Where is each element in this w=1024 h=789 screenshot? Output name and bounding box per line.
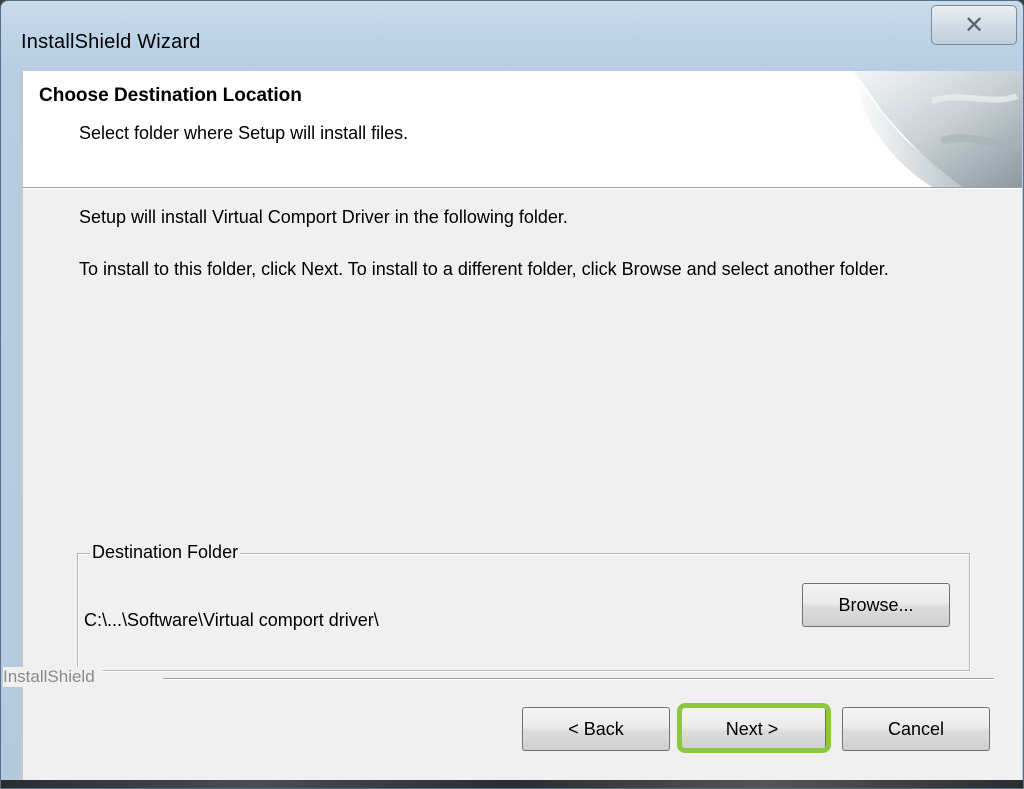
close-icon: ✕ — [963, 11, 985, 39]
page-title: Choose Destination Location — [39, 85, 302, 106]
divider-line — [163, 678, 994, 680]
installshield-brand-label: InstallShield — [3, 667, 103, 687]
cancel-button[interactable]: Cancel — [842, 707, 990, 751]
title-bar[interactable]: InstallShield Wizard ✕ — [1, 1, 1023, 71]
installshield-window: InstallShield Wizard ✕ Choose Destinatio… — [0, 0, 1024, 789]
dialog-client-area: Choose Destination Location Select folde… — [3, 71, 1022, 785]
browse-button[interactable]: Browse... — [802, 583, 950, 627]
instructions-text: To install to this folder, click Next. T… — [79, 259, 889, 279]
next-button[interactable]: Next > — [678, 707, 826, 751]
installshield-divider: InstallShield — [3, 667, 1022, 689]
window-bottom-edge — [1, 780, 1023, 788]
destination-folder-label: Destination Folder — [90, 542, 241, 563]
window-title: InstallShield Wizard — [21, 31, 201, 53]
back-button[interactable]: < Back — [522, 707, 670, 751]
header-band: Choose Destination Location Select folde… — [23, 71, 1022, 188]
page-curl-graphic-icon — [812, 71, 1022, 187]
close-button[interactable]: ✕ — [931, 5, 1017, 45]
install-info-text: Setup will install Virtual Comport Drive… — [79, 207, 568, 227]
page-subtitle: Select folder where Setup will install f… — [79, 123, 409, 143]
destination-path: C:\...\Software\Virtual comport driver\ — [84, 610, 379, 630]
